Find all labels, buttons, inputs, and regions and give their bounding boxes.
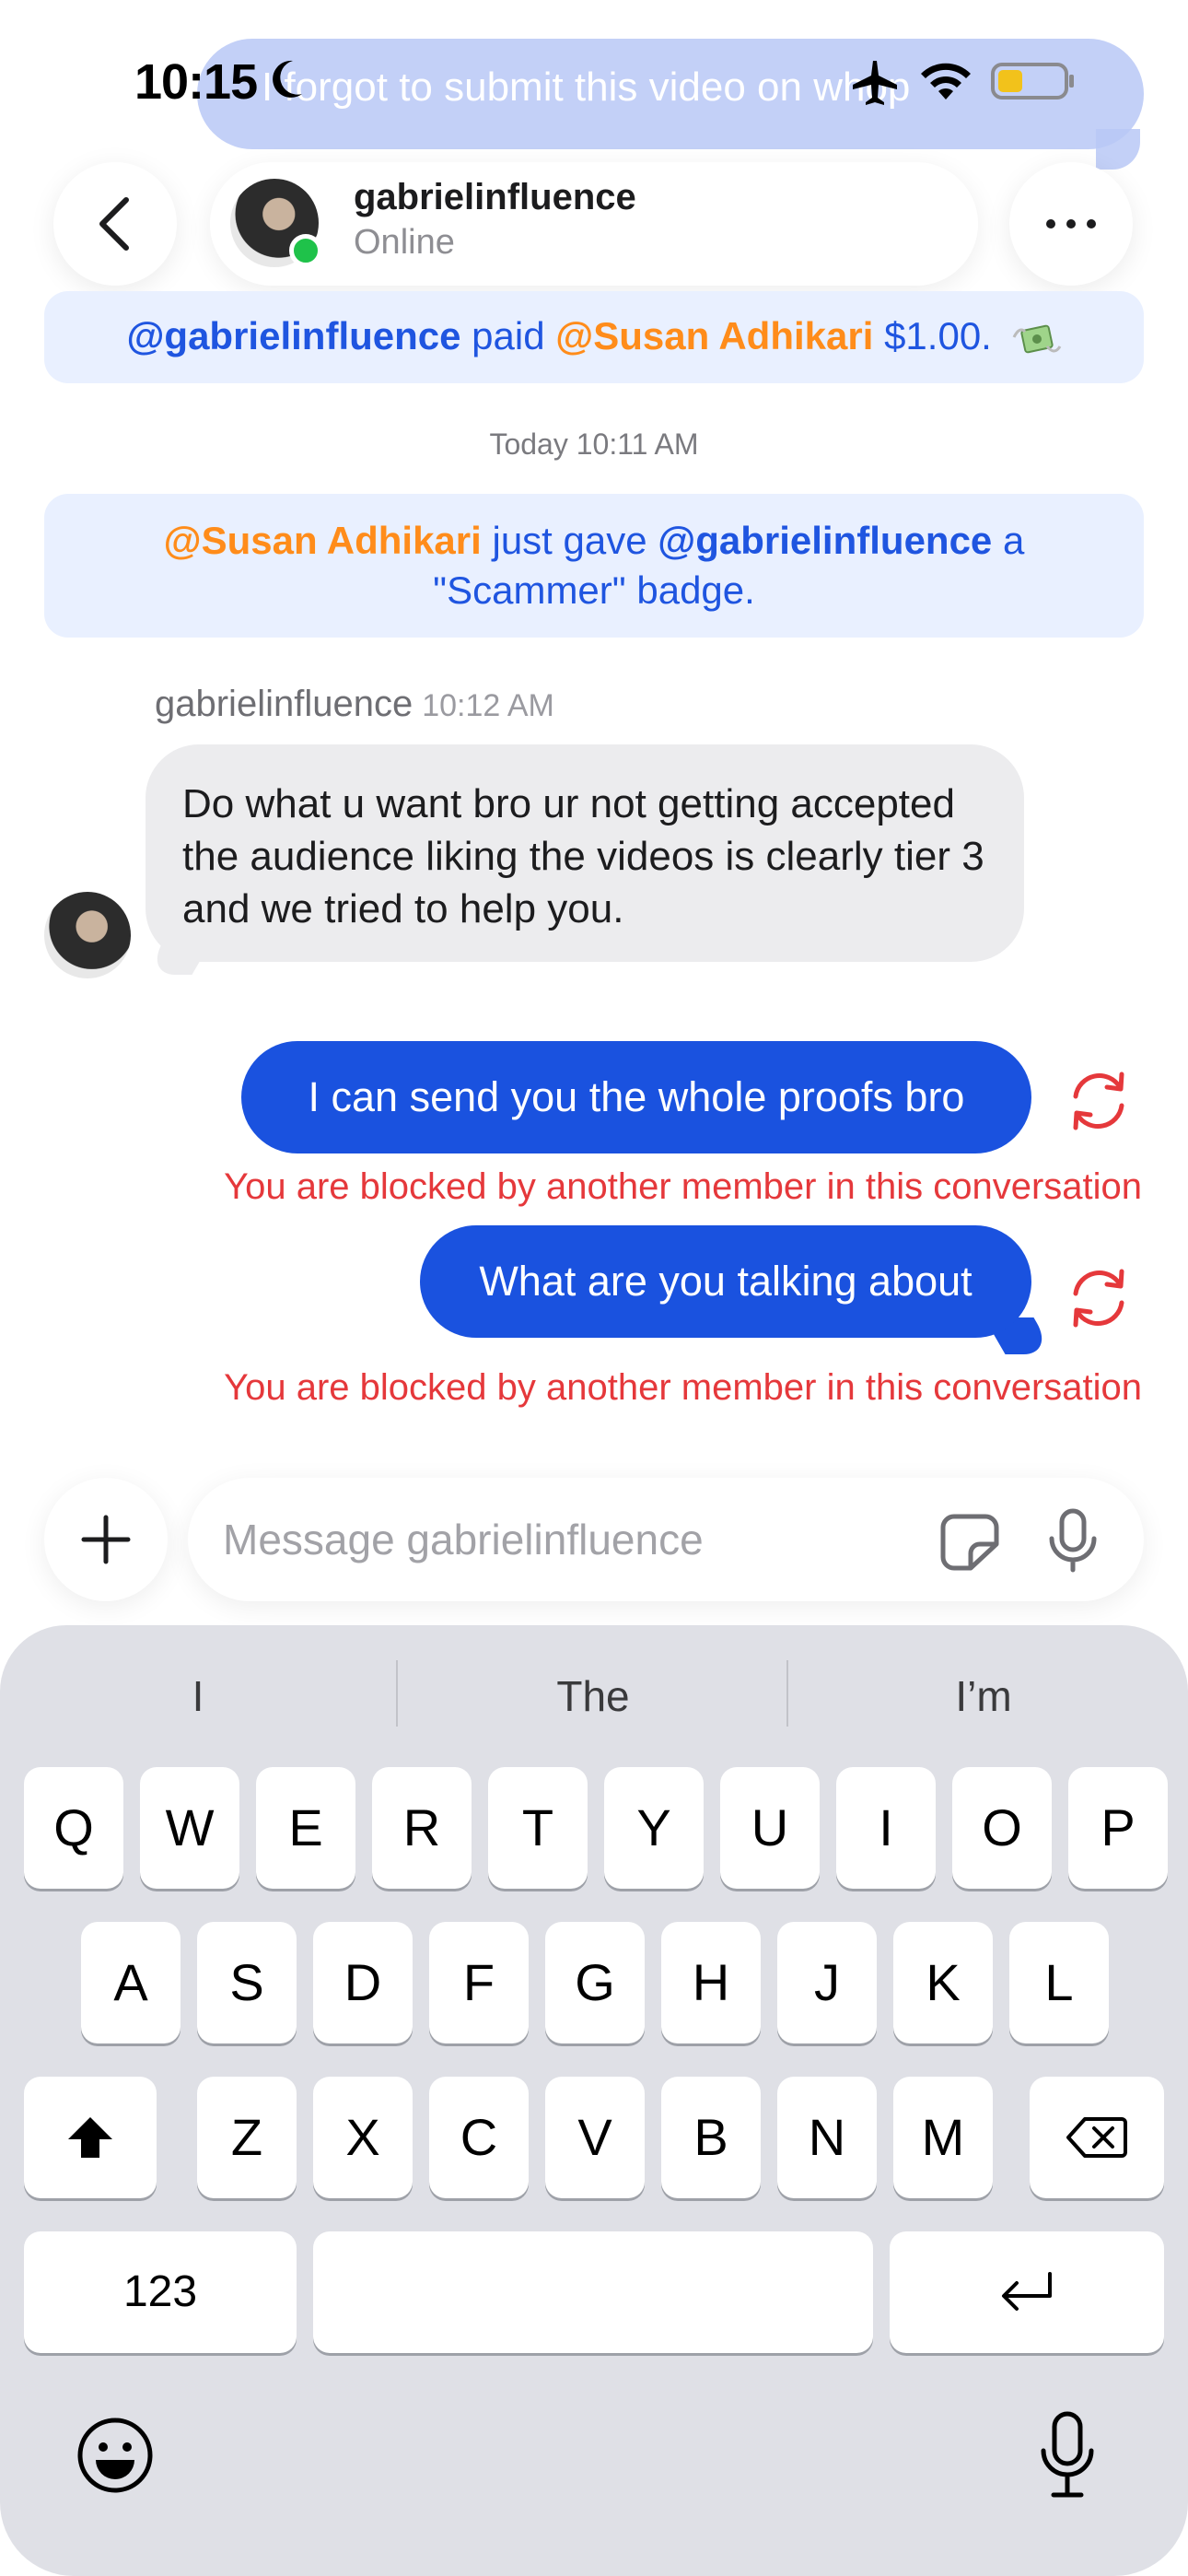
shift-key[interactable] — [24, 2077, 157, 2198]
payment-notice: @gabrielinfluence paid @Susan Adhikari $… — [44, 291, 1144, 383]
actor-mention[interactable]: @Susan Adhikari — [164, 519, 482, 562]
return-key[interactable] — [890, 2231, 1164, 2353]
key-f[interactable]: F — [429, 1922, 529, 2043]
more-options-button[interactable] — [1009, 162, 1133, 286]
suggestion-1[interactable]: I — [0, 1666, 396, 1727]
return-icon — [1002, 2272, 1052, 2311]
key-z[interactable]: Z — [197, 2077, 297, 2198]
money-with-wings-icon — [1012, 324, 1061, 354]
key-l[interactable]: L — [1009, 1922, 1109, 2043]
outgoing-message-text: I can send you the whole proofs bro — [308, 1073, 965, 1120]
incoming-message-text: Do what u want bro ur not getting accept… — [182, 781, 984, 931]
payer-mention[interactable]: @gabrielinfluence — [126, 314, 460, 357]
status-time: 10:15 — [134, 54, 258, 110]
key-k[interactable]: K — [893, 1922, 993, 2043]
outgoing-message-bubble[interactable]: What are you talking about — [420, 1225, 1031, 1338]
online-status-dot — [289, 234, 322, 267]
key-y[interactable]: Y — [604, 1767, 704, 1889]
retry-icon[interactable] — [1063, 1065, 1135, 1137]
key-c[interactable]: C — [429, 2077, 529, 2198]
key-b[interactable]: B — [661, 2077, 761, 2198]
key-x[interactable]: X — [313, 2077, 413, 2198]
backspace-icon — [1066, 2117, 1127, 2158]
ellipsis-icon — [1046, 219, 1096, 228]
send-error-text: You are blocked by another member in thi… — [224, 1367, 1142, 1408]
background-message-tail — [1096, 129, 1140, 170]
key-r[interactable]: R — [372, 1767, 472, 1889]
message-sender-line: gabrielinfluence 10:12 AM — [155, 684, 554, 725]
airplane-icon — [853, 61, 897, 105]
badge-verb: just gave — [481, 519, 658, 562]
suggestion-3[interactable]: I’m — [788, 1666, 1179, 1727]
send-error-text: You are blocked by another member in thi… — [224, 1166, 1142, 1207]
add-attachment-button[interactable] — [44, 1478, 168, 1601]
outgoing-message-bubble[interactable]: I can send you the whole proofs bro — [241, 1041, 1031, 1153]
wifi-icon — [921, 63, 971, 100]
outgoing-message-text: What are you talking about — [479, 1258, 973, 1305]
key-w[interactable]: W — [140, 1767, 239, 1889]
sender-name[interactable]: gabrielinfluence — [155, 684, 413, 724]
numbers-key[interactable]: 123 — [24, 2231, 297, 2353]
key-h[interactable]: H — [661, 1922, 761, 2043]
key-u[interactable]: U — [720, 1767, 820, 1889]
key-n[interactable]: N — [777, 2077, 877, 2198]
space-key[interactable] — [313, 2231, 873, 2353]
date-separator: Today 10:11 AM — [489, 427, 699, 461]
sticker-icon[interactable] — [938, 1511, 1002, 1572]
contact-header[interactable]: gabrielinfluence Online — [210, 162, 978, 286]
key-d[interactable]: D — [313, 1922, 413, 2043]
retry-icon[interactable] — [1063, 1262, 1135, 1334]
battery-icon — [991, 63, 1074, 100]
key-t[interactable]: T — [488, 1767, 588, 1889]
key-v[interactable]: V — [545, 2077, 645, 2198]
moon-icon — [273, 60, 302, 98]
dictation-microphone-icon[interactable] — [1039, 2410, 1096, 2499]
key-p[interactable]: P — [1068, 1767, 1168, 1889]
sender-avatar[interactable] — [44, 892, 131, 978]
contact-name: gabrielinfluence — [354, 177, 636, 217]
key-i[interactable]: I — [836, 1767, 936, 1889]
back-button[interactable] — [53, 162, 177, 286]
suggestion-2[interactable]: The — [398, 1666, 788, 1727]
key-g[interactable]: G — [545, 1922, 645, 2043]
key-q[interactable]: Q — [24, 1767, 123, 1889]
chevron-left-icon — [99, 197, 129, 251]
payment-amount: $1.00. — [873, 314, 992, 357]
message-time: 10:12 AM — [422, 688, 554, 723]
payment-verb: paid — [460, 314, 556, 357]
target-mention[interactable]: @gabrielinfluence — [658, 519, 992, 562]
payee-mention[interactable]: @Susan Adhikari — [555, 314, 873, 357]
key-j[interactable]: J — [777, 1922, 877, 2043]
key-m[interactable]: M — [893, 2077, 993, 2198]
badge-notice: @Susan Adhikari just gave @gabrielinflue… — [44, 494, 1144, 638]
key-s[interactable]: S — [197, 1922, 297, 2043]
shift-arrow-icon — [68, 2117, 112, 2158]
key-e[interactable]: E — [256, 1767, 355, 1889]
keyboard: I The I’m Q W E R T Y U I O P A S D F G … — [0, 1625, 1188, 2576]
background-message-text: I forgot to submit this video on whop — [262, 64, 911, 110]
delete-key[interactable] — [1030, 2077, 1164, 2198]
microphone-icon[interactable] — [1044, 1507, 1101, 1574]
emoji-icon[interactable] — [76, 2416, 155, 2495]
key-a[interactable]: A — [81, 1922, 181, 2043]
plus-icon — [81, 1515, 131, 1564]
contact-status: Online — [354, 223, 455, 262]
incoming-message-bubble[interactable]: Do what u want bro ur not getting accept… — [146, 744, 1024, 962]
key-o[interactable]: O — [952, 1767, 1052, 1889]
